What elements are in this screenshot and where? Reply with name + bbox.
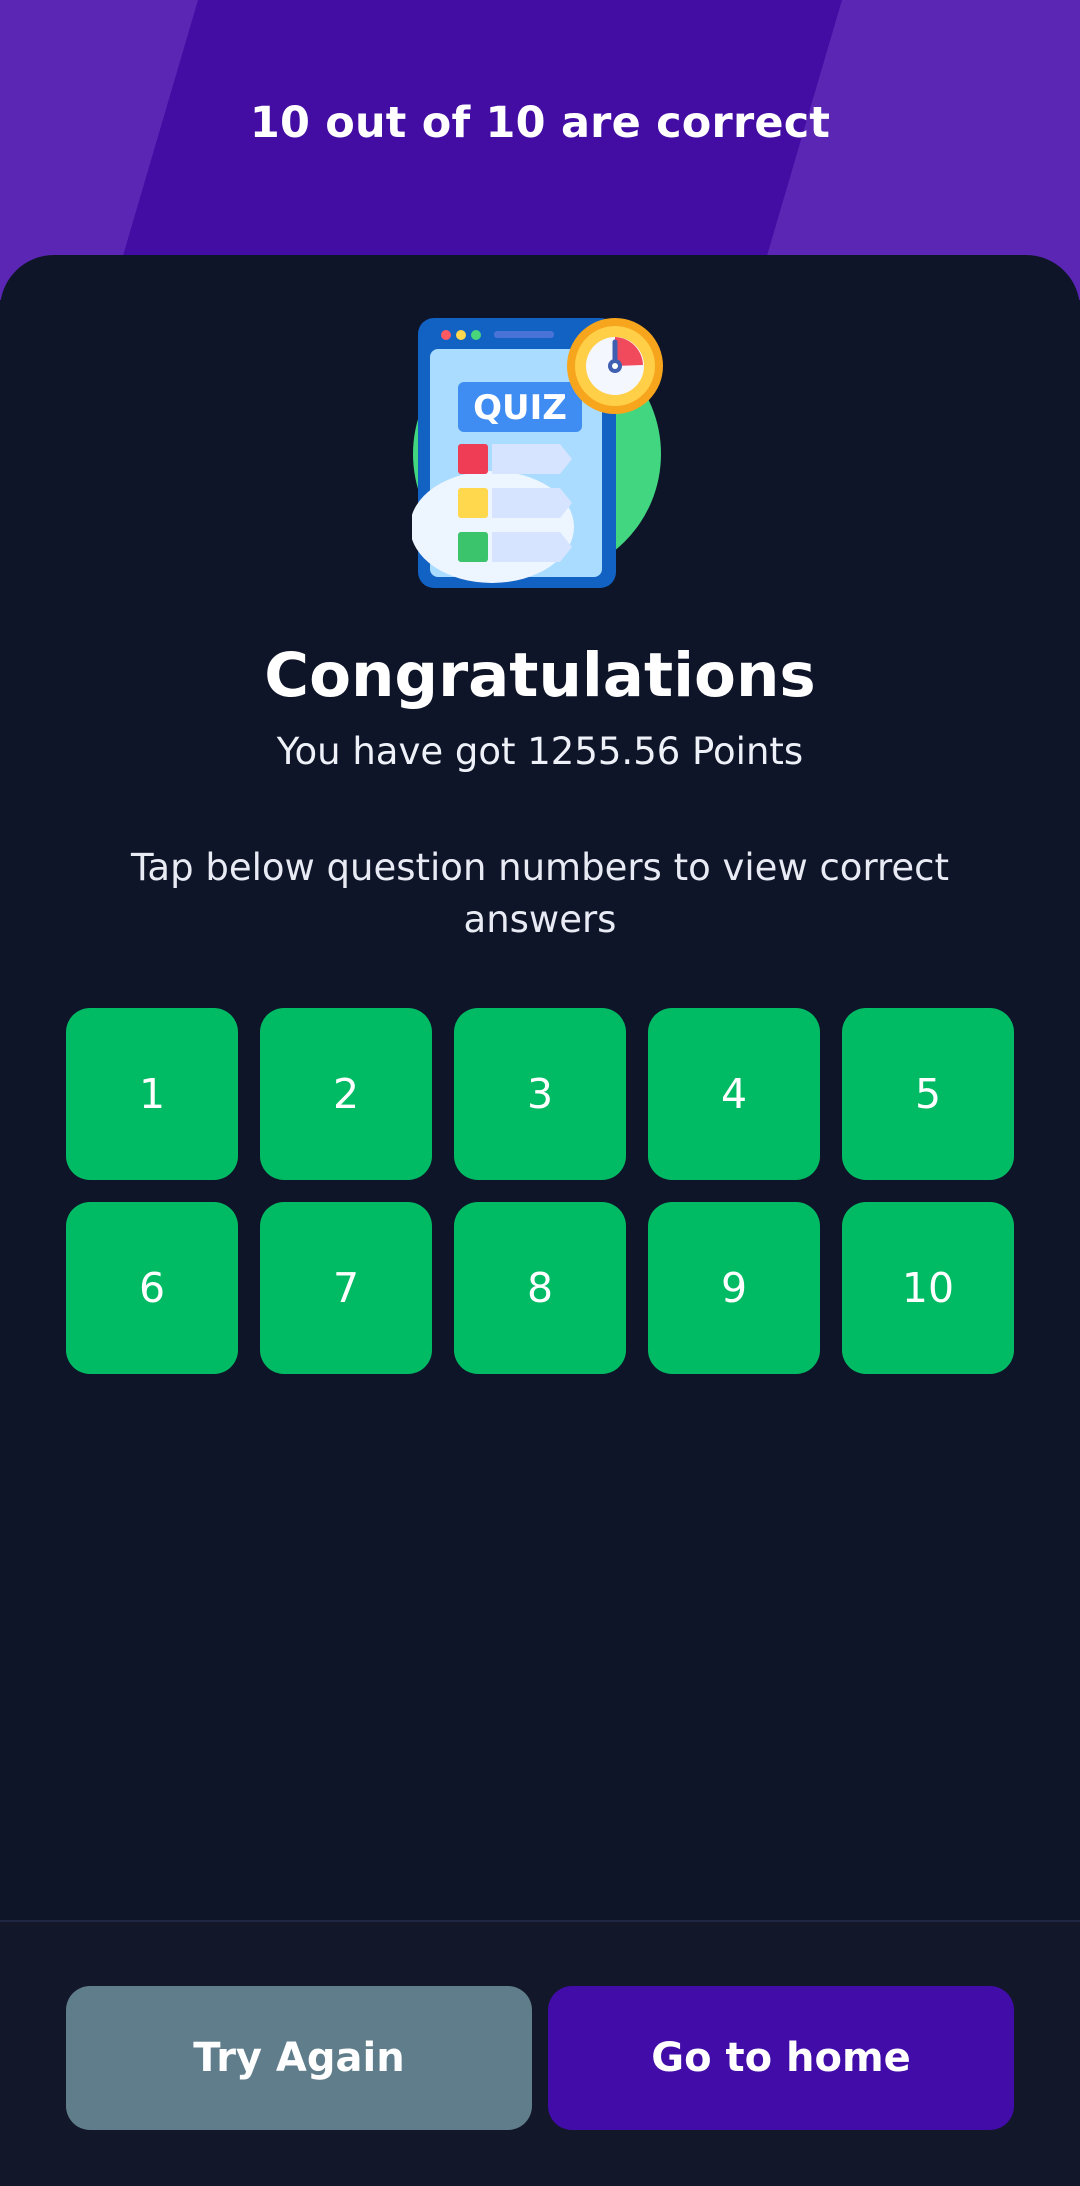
question-number-grid: 1 2 3 4 5 6 7 8 9 10 — [66, 1008, 1014, 1374]
try-again-button[interactable]: Try Again — [66, 1986, 532, 2130]
go-to-home-button[interactable]: Go to home — [548, 1986, 1014, 2130]
question-button-4[interactable]: 4 — [648, 1008, 820, 1180]
question-button-3[interactable]: 3 — [454, 1008, 626, 1180]
question-button-1[interactable]: 1 — [66, 1008, 238, 1180]
quiz-label: QUIZ — [473, 388, 567, 428]
quiz-timer-illustration-icon: QUIZ — [412, 318, 663, 588]
quiz-result-screen: 10 out of 10 are correct QUIZ Congratula… — [0, 0, 1080, 2186]
points-earned-text: You have got 1255.56 Points — [276, 730, 804, 773]
question-button-10[interactable]: 10 — [842, 1202, 1014, 1374]
question-button-5[interactable]: 5 — [842, 1008, 1014, 1180]
congratulations-heading: Congratulations — [264, 640, 816, 711]
score-summary-title: 10 out of 10 are correct — [249, 98, 831, 148]
question-button-8[interactable]: 8 — [454, 1202, 626, 1374]
question-button-2[interactable]: 2 — [260, 1008, 432, 1180]
answer-review-instructions: Tap below question numbers to view corre… — [130, 846, 950, 941]
question-button-6[interactable]: 6 — [66, 1202, 238, 1374]
question-button-9[interactable]: 9 — [648, 1202, 820, 1374]
question-button-7[interactable]: 7 — [260, 1202, 432, 1374]
